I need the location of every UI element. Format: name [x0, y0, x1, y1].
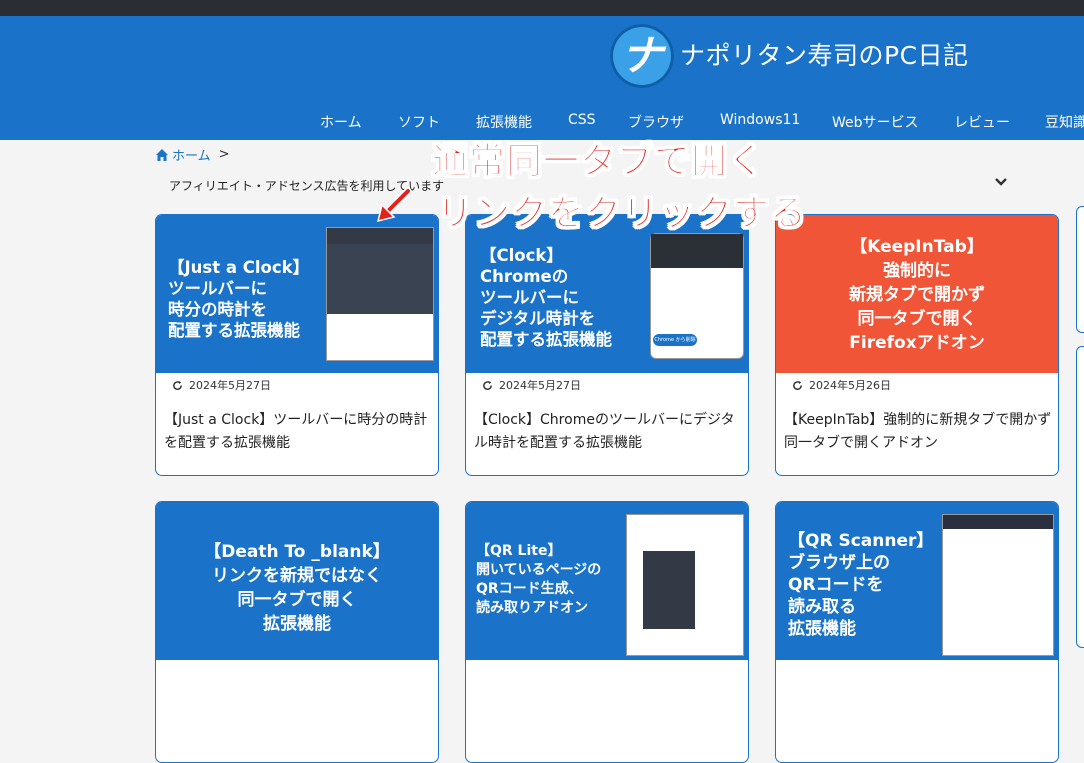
- article-card-qr-scanner[interactable]: 【QR Scanner】 ブラウザ上の QRコードを 読み取る 拡張機能: [775, 501, 1059, 763]
- thumbnail-title: 【QR Lite】 開いているページの QRコード生成、 読み取りアドオン: [476, 543, 602, 616]
- card-title-link[interactable]: 【Clock】Chromeのツールバーにデジタル時計を配置する拡張機能: [474, 409, 742, 455]
- breadcrumb-separator: >: [218, 147, 230, 162]
- site-header: ナ ナポリタン寿司のPC日記 ホーム ソフト 拡張機能 CSS ブラウザ Win…: [0, 16, 1084, 140]
- home-icon: [156, 148, 168, 161]
- card-thumbnail: 【Clock】 Chromeの ツールバーに デジタル時計を 配置する拡張機能 …: [466, 215, 748, 373]
- breadcrumb-home-link[interactable]: ホーム: [172, 145, 211, 164]
- site-logo[interactable]: ナ: [610, 24, 674, 88]
- nav-item-software[interactable]: ソフト: [398, 112, 440, 132]
- nav-item-browser[interactable]: ブラウザ: [628, 112, 684, 132]
- refresh-icon: [483, 380, 492, 390]
- thumbnail-browser-mockup: Chrome から削除: [650, 233, 744, 359]
- sidebar-widget: [1076, 346, 1084, 648]
- card-thumbnail: 【KeepInTab】 強制的に 新規タブで開かず 同一タブで開く Firefo…: [776, 215, 1058, 373]
- card-date: 2024年5月27日: [482, 377, 581, 393]
- logo-glyph: ナ: [620, 31, 663, 80]
- thumbnail-title: 【KeepInTab】 強制的に 新規タブで開かず 同一タブで開く Firefo…: [849, 237, 985, 353]
- article-card-clock[interactable]: 【Clock】 Chromeの ツールバーに デジタル時計を 配置する拡張機能 …: [465, 214, 749, 476]
- breadcrumb: ホーム >: [155, 145, 230, 164]
- refresh-icon: [173, 380, 182, 390]
- thumbnail-remove-popup: Chrome から削除: [653, 334, 697, 346]
- nav-item-home[interactable]: ホーム: [320, 112, 362, 132]
- card-title-link[interactable]: 【Just a Clock】ツールバーに時分の時計を配置する拡張機能: [164, 409, 432, 455]
- article-card-qr-lite[interactable]: 【QR Lite】 開いているページの QRコード生成、 読み取りアドオン: [465, 501, 749, 763]
- nav-item-review[interactable]: レビュー: [954, 112, 1010, 132]
- card-date-text: 2024年5月26日: [809, 379, 891, 392]
- card-date: 2024年5月26日: [792, 377, 891, 393]
- thumbnail-title: 【Just a Clock】 ツールバーに 時分の時計を 配置する拡張機能: [168, 258, 310, 340]
- card-thumbnail: 【QR Scanner】 ブラウザ上の QRコードを 読み取る 拡張機能: [776, 502, 1058, 660]
- card-title-link[interactable]: 【KeepInTab】強制的に新規タブで開かず同一タブで開くアドオン: [784, 409, 1052, 455]
- refresh-icon: [793, 380, 802, 390]
- annotation-arrow-icon: [376, 187, 412, 223]
- thumbnail-title: 【QR Scanner】 ブラウザ上の QRコードを 読み取る 拡張機能: [788, 531, 934, 639]
- thumbnail-title: 【Clock】 Chromeの ツールバーに デジタル時計を 配置する拡張機能: [480, 246, 612, 349]
- card-thumbnail: 【Just a Clock】 ツールバーに 時分の時計を 配置する拡張機能: [156, 215, 438, 373]
- annotation-line-2: リンクをクリックする: [436, 193, 808, 235]
- article-card-death-to-blank[interactable]: 【Death To _blank】 リンクを新規ではなく 同一タブで開く 拡張機…: [155, 501, 439, 763]
- card-date-text: 2024年5月27日: [189, 379, 271, 392]
- sidebar-widget: [1076, 206, 1084, 333]
- thumbnail-title: 【Death To _blank】 リンクを新規ではなく 同一タブで開く 拡張機…: [204, 542, 390, 634]
- chevron-down-icon[interactable]: [993, 174, 1009, 190]
- card-thumbnail: 【Death To _blank】 リンクを新規ではなく 同一タブで開く 拡張機…: [156, 502, 438, 660]
- site-title[interactable]: ナポリタン寿司のPC日記: [680, 36, 969, 72]
- card-date-text: 2024年5月27日: [499, 379, 581, 392]
- card-thumbnail: 【QR Lite】 開いているページの QRコード生成、 読み取りアドオン: [466, 502, 748, 660]
- thumbnail-browser-mockup: [326, 227, 434, 361]
- article-card-keepintab[interactable]: 【KeepInTab】 強制的に 新規タブで開かず 同一タブで開く Firefo…: [775, 214, 1059, 476]
- browser-top-strip: [0, 0, 1084, 16]
- thumbnail-context-menu-mockup: [626, 514, 744, 656]
- thumbnail-browser-mockup: [942, 514, 1054, 656]
- card-date: 2024年5月27日: [172, 377, 271, 393]
- annotation-line-1: 通常同一タブで開く: [431, 141, 766, 183]
- nav-item-tips[interactable]: 豆知識: [1045, 112, 1084, 132]
- nav-item-extensions[interactable]: 拡張機能: [476, 112, 532, 132]
- nav-item-css[interactable]: CSS: [568, 112, 596, 128]
- nav-item-windows11[interactable]: Windows11: [720, 112, 800, 128]
- article-card-just-a-clock[interactable]: 【Just a Clock】 ツールバーに 時分の時計を 配置する拡張機能 20…: [155, 214, 439, 476]
- nav-item-webservice[interactable]: Webサービス: [832, 112, 919, 132]
